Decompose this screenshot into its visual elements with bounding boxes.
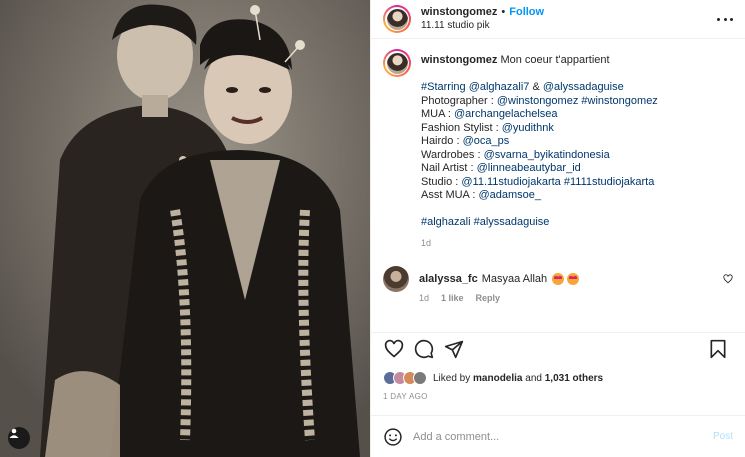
caption-line: Photographer : @winstongomez #winstongom…: [421, 95, 721, 109]
caption-lines: #Starring @alghazali7 & @alyssadaguise Ph…: [421, 81, 721, 230]
caption-text: &: [529, 81, 543, 93]
caption-text: MUA :: [421, 108, 455, 120]
commenter-avatar[interactable]: [383, 266, 409, 292]
caption-text: Nail Artist :: [421, 162, 477, 174]
caption-avatar[interactable]: [383, 49, 411, 77]
photo-illustration: [0, 0, 370, 457]
share-button[interactable]: [443, 338, 465, 360]
caption-link[interactable]: @archangelachelsea: [454, 108, 558, 120]
comment-input[interactable]: [413, 430, 713, 443]
caption-text: Studio :: [421, 175, 462, 188]
comment-button[interactable]: [413, 338, 435, 360]
more-options-icon: [717, 17, 720, 21]
caption-line: Hairdo : @oca_ps: [421, 135, 721, 149]
caption-text: Wardrobes :: [421, 148, 484, 161]
post-modal: winstongomez • Follow 11.11 studio pik win…: [0, 0, 745, 457]
likes-prefix: Liked by: [433, 372, 471, 384]
like-button[interactable]: [383, 338, 405, 360]
comment-age[interactable]: 1d: [419, 293, 429, 303]
author-username[interactable]: winstongomez: [421, 6, 497, 18]
post-header: winstongomez • Follow 11.11 studio pik: [371, 0, 745, 39]
caption-title: Mon coeur t'appartient: [500, 54, 610, 66]
likes-row: Liked by manodelia and 1,031 others: [371, 364, 745, 392]
action-bar: [371, 332, 745, 364]
reply-button[interactable]: Reply: [476, 293, 501, 303]
heart-eyes-emoji-icon: [567, 273, 580, 285]
caption-link[interactable]: @svarna_byikatindonesia: [484, 149, 610, 161]
comment-likes[interactable]: 1 like: [441, 293, 464, 303]
user-tag-button[interactable]: [8, 427, 30, 449]
caption-line: Wardrobes : @svarna_byikatindonesia: [421, 149, 721, 163]
post-timestamp[interactable]: 1 DAY AGO: [371, 392, 745, 406]
share-icon: [444, 340, 464, 358]
post-comment-button[interactable]: Post: [713, 431, 733, 442]
caption-link[interactable]: @adamsoe_: [478, 189, 541, 201]
caption-line: Nail Artist : @linneabeautybar_id: [421, 162, 721, 176]
caption-line: Asst MUA : @adamsoe_: [421, 189, 721, 203]
caption-text: Fashion Stylist :: [421, 121, 502, 134]
comment-like-icon[interactable]: [723, 274, 733, 284]
caption-text: Asst MUA :: [421, 189, 479, 201]
header-separator: •: [501, 6, 506, 18]
caption-link[interactable]: #Starring @alghazali7: [421, 81, 529, 93]
caption-line: #Starring @alghazali7 & @alyssadaguise: [421, 81, 721, 95]
commenter-username[interactable]: alalyssa_fc: [419, 266, 478, 292]
heart-icon: [384, 339, 404, 358]
likes-others[interactable]: 1,031 others: [545, 373, 603, 384]
caption: winstongomez Mon coeur t'appartient #Sta…: [383, 49, 733, 250]
liker-avatars[interactable]: [383, 371, 427, 385]
caption-link[interactable]: @yudithnk: [502, 122, 554, 134]
follow-button[interactable]: Follow: [509, 6, 544, 18]
comment-icon: [414, 339, 434, 358]
caption-link[interactable]: @linneabeautybar_id: [477, 162, 581, 174]
caption-age[interactable]: 1d: [421, 237, 721, 251]
caption-line: MUA : @archangelachelsea: [421, 108, 721, 122]
comments-section[interactable]: winstongomez Mon coeur t'appartient #Sta…: [371, 39, 745, 332]
more-options-button[interactable]: [717, 11, 733, 27]
liked-by-user[interactable]: manodelia: [473, 373, 522, 384]
post-sidebar: winstongomez • Follow 11.11 studio pik win…: [370, 0, 745, 457]
user-tag-icon: [9, 428, 19, 438]
caption-link[interactable]: @oca_ps: [463, 135, 510, 147]
caption-line: #alghazali #alyssadaguise: [421, 216, 721, 230]
heart-eyes-emoji-icon: [552, 273, 565, 285]
caption-line: Studio : @11.11studiojakarta #1111studio…: [421, 176, 721, 190]
post-photo[interactable]: [0, 0, 370, 457]
comment-item: alalyssa_fc Masyaa Allah 1d 1 like Reply: [383, 266, 733, 303]
save-button[interactable]: [707, 338, 729, 360]
caption-line: [421, 203, 721, 217]
caption-link[interactable]: #alghazali #alyssadaguise: [421, 216, 549, 228]
add-comment-bar: Post: [371, 415, 745, 457]
emoji-icon[interactable]: [383, 427, 403, 447]
location-link[interactable]: 11.11 studio pik: [421, 19, 544, 33]
caption-text: Photographer :: [421, 94, 497, 107]
caption-link[interactable]: @winstongomez #winstongomez: [497, 95, 658, 107]
caption-link[interactable]: @alyssadaguise: [543, 81, 624, 93]
save-icon: [710, 339, 726, 359]
likes-conj: and: [525, 372, 542, 384]
caption-username[interactable]: winstongomez: [421, 54, 497, 66]
caption-text: Hairdo :: [421, 135, 463, 147]
caption-line: Fashion Stylist : @yudithnk: [421, 122, 721, 136]
caption-link[interactable]: @11.11studiojakarta #1111studiojakarta: [461, 176, 654, 188]
author-avatar[interactable]: [383, 5, 411, 33]
comment-text: Masyaa Allah: [481, 273, 548, 285]
